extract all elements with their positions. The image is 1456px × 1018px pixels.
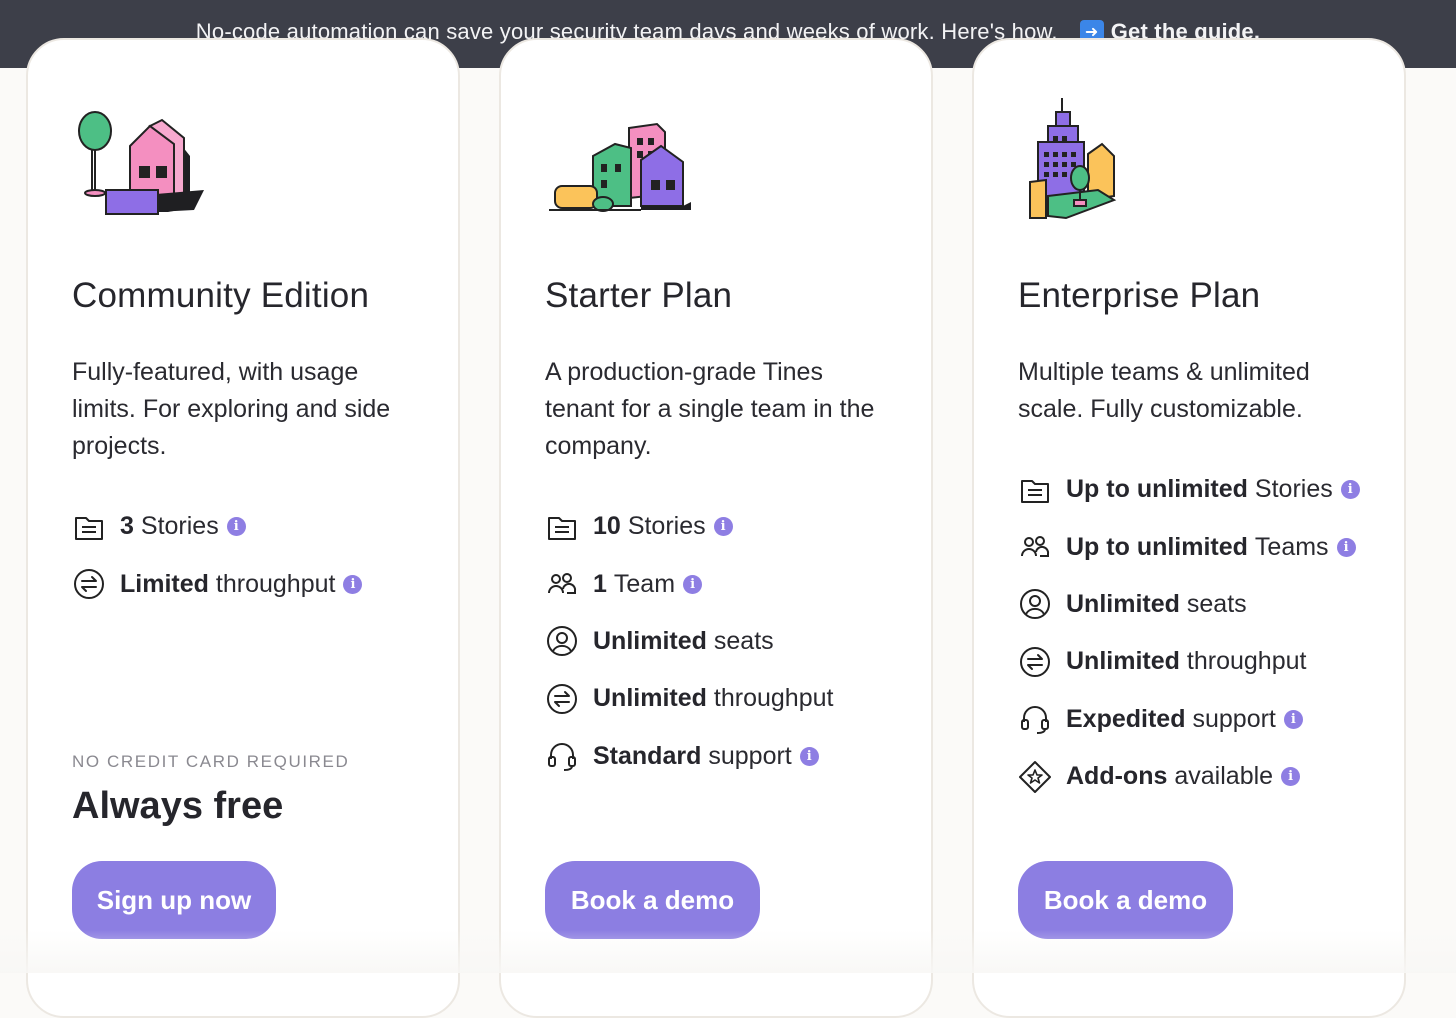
info-icon[interactable]: i (683, 574, 703, 594)
seat-icon (545, 624, 579, 658)
stories-icon (1018, 473, 1052, 507)
headset-icon (545, 739, 579, 773)
feature-bold: Limited (120, 569, 209, 598)
feature-stories: 3 Stories i (72, 498, 362, 555)
plan-description: A production-grade Tines tenant for a si… (545, 358, 875, 460)
feature-stories: Up to unlimited Stories i (1018, 461, 1360, 518)
feature-text: support (1192, 704, 1276, 733)
feature-bold: Unlimited (1066, 589, 1180, 618)
feature-throughput: Unlimited throughput (545, 670, 833, 727)
feature-text: support (708, 741, 792, 770)
feature-text: Teams (1254, 532, 1329, 561)
plan-card-enterprise: Enterprise Plan Multiple teams & unlimit… (972, 38, 1406, 1018)
plan-title: Starter Plan (545, 276, 733, 315)
feature-bold: Add-ons (1066, 762, 1168, 791)
feature-list: Up to unlimited Stories i Up to unlimite… (1018, 461, 1360, 805)
feature-teams: Up to unlimited Teams i (1018, 518, 1360, 575)
plan-title: Enterprise Plan (1018, 276, 1261, 315)
feature-bold: Unlimited (593, 626, 707, 655)
team-icon (545, 567, 579, 601)
feature-text: seats (1186, 589, 1247, 618)
info-icon[interactable]: i (799, 746, 819, 766)
plan-card-community: Community Edition Fully-featured, with u… (26, 38, 460, 1018)
feature-text: throughput (215, 569, 336, 598)
info-icon[interactable]: i (1336, 537, 1356, 557)
feature-bold: Unlimited (593, 684, 707, 713)
info-icon[interactable]: i (226, 517, 246, 537)
info-icon[interactable]: i (713, 517, 733, 537)
feature-addons: Add-ons available i (1018, 748, 1360, 805)
price-label: Always free (72, 785, 284, 827)
info-icon[interactable]: i (343, 574, 363, 594)
feature-text: Stories (1254, 475, 1333, 504)
feature-text: available (1174, 762, 1274, 791)
throughput-icon (545, 682, 579, 716)
headset-icon (1018, 702, 1052, 736)
stories-icon (72, 510, 106, 544)
feature-bold: Expedited (1066, 704, 1186, 733)
book-demo-button[interactable]: Book a demo (545, 861, 760, 939)
plan-description: Fully-featured, with usage limits. For e… (72, 358, 391, 460)
info-icon[interactable]: i (1340, 480, 1360, 500)
feature-team: 1 Team i (545, 555, 833, 612)
no-credit-card-note: NO CREDIT CARD REQUIRED (72, 752, 350, 771)
feature-bold: Up to unlimited (1066, 475, 1248, 504)
feature-bold: Standard (593, 741, 702, 770)
book-demo-button[interactable]: Book a demo (1018, 861, 1233, 939)
feature-seats: Unlimited seats (545, 613, 833, 670)
feature-list: 10 Stories i 1 Team i Unlimited seats Un… (545, 498, 833, 785)
seat-icon (1018, 587, 1052, 621)
throughput-icon (1018, 645, 1052, 679)
throughput-icon (72, 567, 106, 601)
feature-bold: 1 (593, 569, 607, 598)
feature-bold: 3 (120, 512, 134, 541)
feature-throughput: Limited throughput i (72, 555, 363, 612)
feature-list: 3 Stories i Limited throughput i (72, 498, 363, 613)
feature-text: Team (613, 569, 676, 598)
feature-stories: 10 Stories i (545, 498, 833, 555)
feature-throughput: Unlimited throughput (1018, 633, 1360, 690)
plan-description: Multiple teams & unlimited scale. Fully … (1018, 358, 1310, 423)
feature-support: Standard support i (545, 728, 833, 785)
house-tree-illustration (78, 111, 204, 215)
sign-up-button[interactable]: Sign up now (72, 861, 276, 939)
feature-text: throughput (1186, 647, 1307, 676)
plan-title: Community Edition (72, 276, 370, 315)
team-icon (1018, 530, 1052, 564)
feature-bold: Up to unlimited (1066, 532, 1248, 561)
feature-text: Stories (140, 512, 219, 541)
addons-icon (1018, 760, 1052, 794)
plan-card-starter: Starter Plan A production-grade Tines te… (499, 38, 933, 1018)
feature-support: Expedited support i (1018, 691, 1360, 748)
feature-bold: 10 (593, 512, 621, 541)
feature-text: seats (713, 626, 774, 655)
info-icon[interactable]: i (1281, 767, 1301, 787)
neighborhood-illustration (549, 122, 691, 212)
feature-text: throughput (713, 684, 834, 713)
stories-icon (545, 510, 579, 544)
info-icon[interactable]: i (1283, 709, 1303, 729)
feature-seats: Unlimited seats (1018, 576, 1360, 633)
feature-bold: Unlimited (1066, 647, 1180, 676)
city-illustration (1029, 98, 1117, 220)
feature-text: Stories (627, 512, 706, 541)
